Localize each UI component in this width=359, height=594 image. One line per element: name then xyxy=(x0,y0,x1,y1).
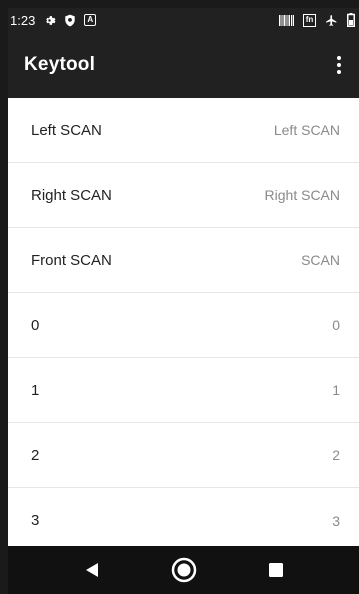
list-item-value: Right SCAN xyxy=(264,187,340,203)
list-item-1[interactable]: 1 1 xyxy=(8,358,359,423)
back-button[interactable] xyxy=(74,552,110,588)
list-item-value: Left SCAN xyxy=(273,122,340,138)
more-vert-icon xyxy=(337,56,341,74)
navigation-bar xyxy=(8,546,359,594)
key-list: Left SCAN Left SCAN Right SCAN Right SCA… xyxy=(8,98,359,553)
fn-icon: fn xyxy=(303,13,316,27)
shield-icon xyxy=(64,14,76,27)
list-item-title: 2 xyxy=(31,446,40,464)
recents-button[interactable] xyxy=(258,552,294,588)
battery-icon xyxy=(347,13,355,27)
list-item-value: SCAN xyxy=(301,252,340,268)
a-badge-icon: A xyxy=(84,14,97,26)
fn-label: fn xyxy=(305,15,314,24)
list-item-value: 0 xyxy=(332,317,340,333)
recents-icon xyxy=(268,563,283,577)
app-title: Keytool xyxy=(24,54,96,75)
barcode-icon xyxy=(279,14,294,26)
app-bar: Keytool xyxy=(8,32,359,98)
list-item-value: 2 xyxy=(332,447,340,463)
list-item-title: 0 xyxy=(31,316,40,334)
list-item-front-scan[interactable]: Front SCAN SCAN xyxy=(8,228,359,293)
home-button[interactable] xyxy=(166,552,202,588)
list-item-2[interactable]: 2 2 xyxy=(8,423,359,488)
status-time: 1:23 xyxy=(10,12,36,28)
list-item-left-scan[interactable]: Left SCAN Left SCAN xyxy=(8,98,359,163)
list-item-title: Left SCAN xyxy=(31,121,102,139)
list-item-3[interactable]: 3 3 xyxy=(8,488,359,553)
airplane-icon xyxy=(325,14,338,27)
list-item-value: 3 xyxy=(332,512,340,529)
phone-screen: 1:23 A fn Keytool Left SCAN Left SCAN Ri… xyxy=(8,8,359,594)
back-icon xyxy=(85,563,98,577)
status-left: 1:23 A xyxy=(8,12,97,28)
list-item-title: Front SCAN xyxy=(31,251,112,269)
list-item-right-scan[interactable]: Right SCAN Right SCAN xyxy=(8,163,359,228)
status-right: fn xyxy=(279,13,359,27)
list-item-title: Right SCAN xyxy=(31,186,112,204)
status-bar: 1:23 A fn xyxy=(8,8,359,32)
settings-icon xyxy=(43,14,56,27)
list-item-title: 3 xyxy=(31,512,40,529)
a-badge-label: A xyxy=(87,15,94,24)
list-item-title: 1 xyxy=(31,381,40,399)
more-options-button[interactable] xyxy=(319,41,359,89)
list-item-0[interactable]: 0 0 xyxy=(8,293,359,358)
list-item-value: 1 xyxy=(332,382,340,398)
home-icon xyxy=(171,557,196,583)
